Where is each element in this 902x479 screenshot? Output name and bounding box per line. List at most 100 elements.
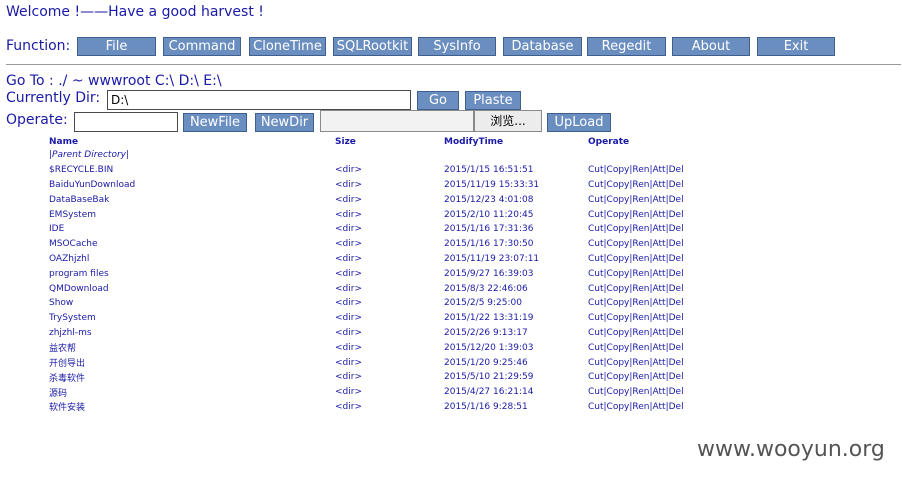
file-name-link[interactable]: 开创导出 bbox=[46, 355, 335, 370]
goto-bar: Go To : ./ ~ wwwroot C:\ D:\ E:\ bbox=[6, 73, 222, 89]
file-operations[interactable]: Cut|Copy|Ren|Att|Del bbox=[588, 311, 708, 326]
goto-link-drive-c[interactable]: C:\ bbox=[155, 73, 174, 89]
clonetime-button[interactable]: CloneTime bbox=[249, 37, 326, 56]
parent-directory-link[interactable]: |Parent Directory| bbox=[46, 148, 335, 163]
file-size: <dir> bbox=[335, 194, 362, 205]
file-size: <dir> bbox=[335, 372, 362, 383]
goto-link-drive-e[interactable]: E:\ bbox=[203, 73, 221, 89]
file-operations[interactable]: Cut|Copy|Ren|Att|Del bbox=[588, 207, 708, 222]
browse-button[interactable]: 浏览... bbox=[474, 110, 542, 132]
file-operations[interactable]: Cut|Copy|Ren|Att|Del bbox=[588, 178, 708, 193]
current-dir-input[interactable] bbox=[107, 90, 411, 110]
file-operations[interactable]: Cut|Copy|Ren|Att|Del bbox=[588, 266, 708, 281]
function-label: Function: bbox=[6, 38, 71, 54]
file-table: Name Size ModifyTime Operate |Parent Dir… bbox=[46, 136, 708, 414]
file-name-link[interactable]: OAZhjzhl bbox=[46, 252, 335, 267]
file-modify-time: 2015/12/23 4:01:08 bbox=[444, 194, 534, 205]
file-name-link[interactable]: program files bbox=[46, 266, 335, 281]
goto-link-wwwroot[interactable]: wwwroot bbox=[88, 73, 150, 89]
paste-button[interactable]: Plaste bbox=[465, 91, 521, 110]
file-size: <dir> bbox=[335, 357, 362, 368]
new-name-input[interactable] bbox=[74, 112, 178, 132]
file-modify-time: 2015/2/5 9:25:00 bbox=[444, 298, 522, 309]
file-name-link[interactable]: 源码 bbox=[46, 385, 335, 400]
goto-link-home[interactable]: ~ bbox=[72, 73, 84, 89]
file-name-link[interactable]: QMDownload bbox=[46, 281, 335, 296]
goto-label: Go To : bbox=[6, 73, 54, 89]
table-row: 开创导出 <dir> 2015/1/20 9:25:46 Cut|Copy|Ren|A… bbox=[46, 355, 708, 370]
file-name-link[interactable]: IDE bbox=[46, 222, 335, 237]
column-header-name: Name bbox=[49, 137, 79, 147]
newfile-button[interactable]: NewFile bbox=[183, 113, 247, 132]
database-button[interactable]: Database bbox=[503, 37, 582, 56]
goto-link-current[interactable]: ./ bbox=[58, 73, 67, 89]
file-size: <dir> bbox=[335, 224, 362, 235]
table-header-row: Name Size ModifyTime Operate bbox=[46, 136, 708, 148]
table-row: 益农帮 <dir> 2015/12/20 1:39:03 Cut|Copy|Ren|A… bbox=[46, 340, 708, 355]
file-name-link[interactable]: Show bbox=[46, 296, 335, 311]
table-row: 软件安装 <dir> 2015/1/16 9:28:51 Cut|Copy|Ren|A… bbox=[46, 400, 708, 415]
file-button[interactable]: File bbox=[77, 37, 156, 56]
file-operations[interactable]: Cut|Copy|Ren|Att|Del bbox=[588, 237, 708, 252]
file-size: <dir> bbox=[335, 387, 362, 398]
table-row: MSOCache <dir> 2015/1/16 17:30:50 Cut|Copy|… bbox=[46, 237, 708, 252]
welcome-message: Welcome !——Have a good harvest ! bbox=[6, 4, 264, 20]
file-modify-time: 2015/2/10 11:20:45 bbox=[444, 209, 534, 220]
file-modify-time: 2015/2/26 9:13:17 bbox=[444, 327, 528, 338]
table-row: EMSystem <dir> 2015/2/10 11:20:45 Cut|Copy|… bbox=[46, 207, 708, 222]
file-operations[interactable]: Cut|Copy|Ren|Att|Del bbox=[588, 326, 708, 341]
file-operations[interactable]: Cut|Copy|Ren|Att|Del bbox=[588, 222, 708, 237]
file-modify-time: 2015/5/10 21:29:59 bbox=[444, 372, 534, 383]
file-name-link[interactable]: 益农帮 bbox=[46, 340, 335, 355]
table-row: DataBaseBak <dir> 2015/12/23 4:01:08 Cut|Co… bbox=[46, 192, 708, 207]
newdir-button[interactable]: NewDir bbox=[255, 113, 314, 132]
upload-button[interactable]: UpLoad bbox=[547, 113, 611, 132]
file-operations[interactable]: Cut|Copy|Ren|Att|Del bbox=[588, 192, 708, 207]
file-modify-time: 2015/1/16 9:28:51 bbox=[444, 401, 528, 412]
file-name-link[interactable]: 杀毒软件 bbox=[46, 370, 335, 385]
file-modify-time: 2015/4/27 16:21:14 bbox=[444, 387, 534, 398]
table-row: 源码 <dir> 2015/4/27 16:21:14 Cut|Copy|Ren|At… bbox=[46, 385, 708, 400]
file-modify-time: 2015/1/22 13:31:19 bbox=[444, 313, 534, 324]
file-operations[interactable]: Cut|Copy|Ren|Att|Del bbox=[588, 163, 708, 178]
about-button[interactable]: About bbox=[672, 37, 750, 56]
upload-file-path[interactable] bbox=[320, 110, 474, 132]
file-name-link[interactable]: $RECYCLE.BIN bbox=[46, 163, 335, 178]
file-name-link[interactable]: EMSystem bbox=[46, 207, 335, 222]
table-row: OAZhjzhl <dir> 2015/11/19 23:07:11 Cut|Copy… bbox=[46, 252, 708, 267]
file-operations[interactable]: Cut|Copy|Ren|Att|Del bbox=[588, 281, 708, 296]
file-name-link[interactable]: BaiduYunDownload bbox=[46, 178, 335, 193]
file-name-link[interactable]: TrySystem bbox=[46, 311, 335, 326]
table-row: program files <dir> 2015/9/27 16:39:03 Cut|… bbox=[46, 266, 708, 281]
file-modify-time: 2015/11/19 23:07:11 bbox=[444, 253, 540, 264]
file-name-link[interactable]: MSOCache bbox=[46, 237, 335, 252]
table-row: Show <dir> 2015/2/5 9:25:00 Cut|Copy|Ren|At… bbox=[46, 296, 708, 311]
file-name-link[interactable]: DataBaseBak bbox=[46, 192, 335, 207]
file-operations[interactable]: Cut|Copy|Ren|Att|Del bbox=[588, 340, 708, 355]
table-row: zhjzhl-ms <dir> 2015/2/26 9:13:17 Cut|Copy|… bbox=[46, 326, 708, 341]
file-operations[interactable]: Cut|Copy|Ren|Att|Del bbox=[588, 385, 708, 400]
file-operations[interactable]: Cut|Copy|Ren|Att|Del bbox=[588, 252, 708, 267]
file-size: <dir> bbox=[335, 165, 362, 176]
file-operations[interactable]: Cut|Copy|Ren|Att|Del bbox=[588, 400, 708, 415]
file-operations[interactable]: Cut|Copy|Ren|Att|Del bbox=[588, 296, 708, 311]
file-name-link[interactable]: 软件安装 bbox=[46, 400, 335, 415]
goto-link-drive-d[interactable]: D:\ bbox=[179, 73, 199, 89]
file-modify-time: 2015/1/16 17:31:36 bbox=[444, 224, 534, 235]
sqlrootkit-button[interactable]: SQLRootkit bbox=[333, 37, 412, 56]
command-button[interactable]: Command bbox=[163, 37, 241, 56]
column-header-operate: Operate bbox=[588, 137, 630, 147]
file-size: <dir> bbox=[335, 253, 362, 264]
file-modify-time: 2015/1/20 9:25:46 bbox=[444, 357, 528, 368]
exit-button[interactable]: Exit bbox=[757, 37, 835, 56]
file-operations[interactable]: Cut|Copy|Ren|Att|Del bbox=[588, 370, 708, 385]
regedit-button[interactable]: Regedit bbox=[587, 37, 666, 56]
file-size: <dir> bbox=[335, 401, 362, 412]
go-button[interactable]: Go bbox=[417, 91, 459, 110]
column-header-modifytime: ModifyTime bbox=[444, 137, 504, 147]
file-size: <dir> bbox=[335, 313, 362, 324]
watermark: www.wooyun.org bbox=[697, 437, 885, 462]
file-name-link[interactable]: zhjzhl-ms bbox=[46, 326, 335, 341]
file-operations[interactable]: Cut|Copy|Ren|Att|Del bbox=[588, 355, 708, 370]
sysinfo-button[interactable]: SysInfo bbox=[418, 37, 496, 56]
